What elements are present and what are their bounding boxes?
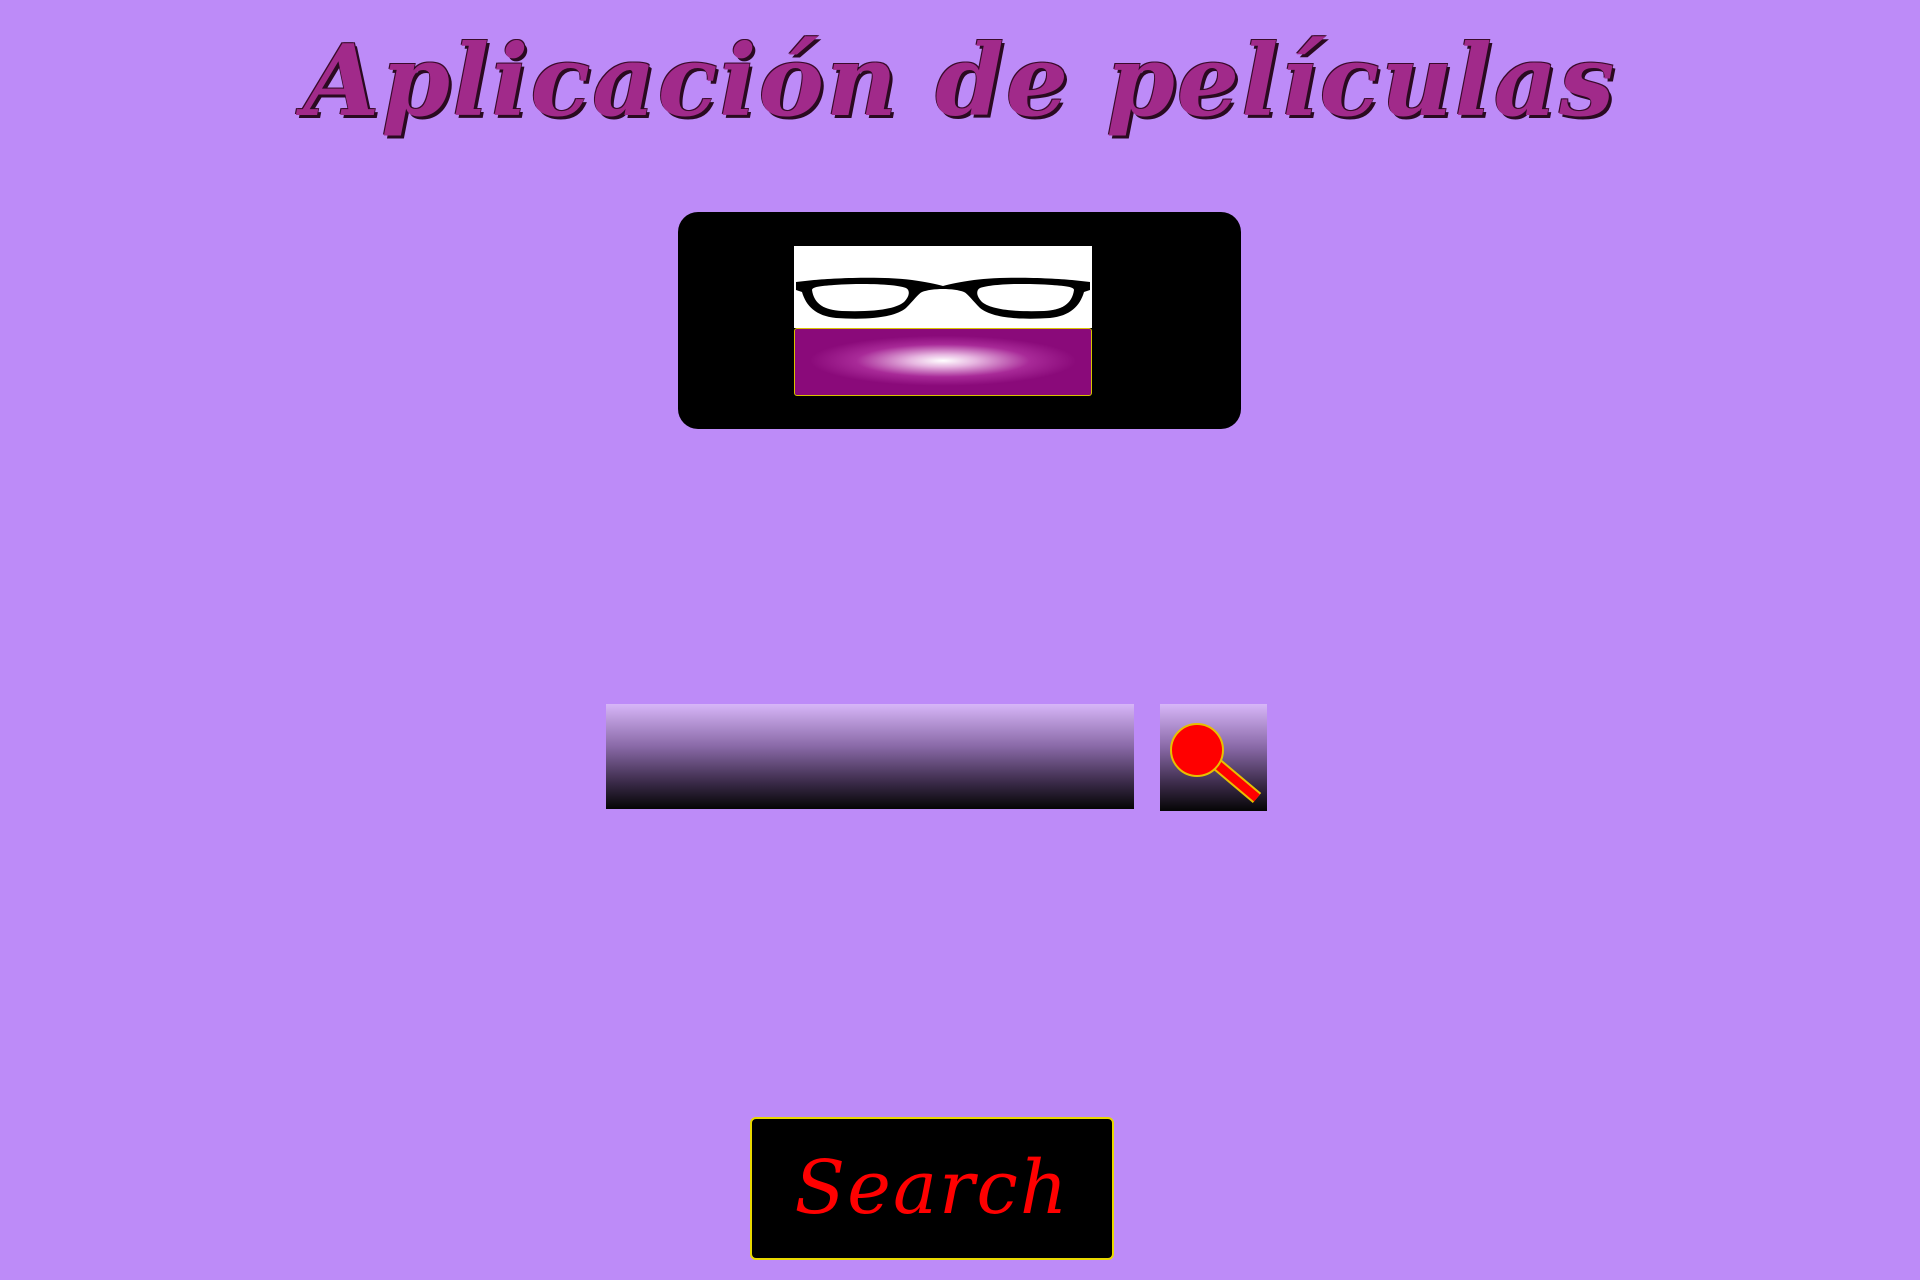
glasses-icon [796, 277, 1090, 319]
search-button[interactable]: Search [750, 1117, 1114, 1260]
logo-top [794, 246, 1092, 328]
logo-glow-panel [794, 328, 1092, 396]
page: Aplicación de películas Search [0, 0, 1920, 1280]
logo-panel [678, 212, 1241, 429]
logo-image [794, 246, 1092, 396]
search-input[interactable] [606, 704, 1134, 809]
magnifier-icon [1170, 723, 1262, 803]
search-icon-button[interactable] [1160, 704, 1267, 811]
app-title: Aplicación de películas [303, 24, 1617, 139]
